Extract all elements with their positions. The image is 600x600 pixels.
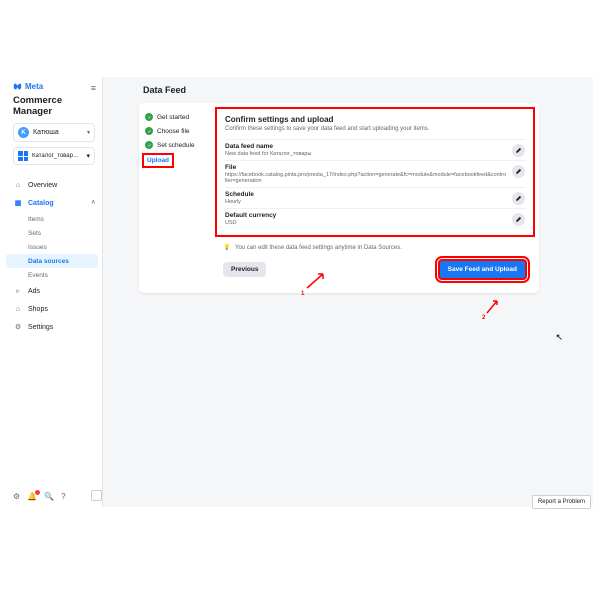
annotation-label-2: 2 — [482, 315, 485, 321]
check-icon — [145, 141, 153, 149]
edit-button[interactable] — [512, 213, 525, 226]
account-selector[interactable]: K Катюша ▾ — [13, 123, 95, 142]
section-title: Confirm settings and upload — [225, 115, 525, 124]
wizard-card: Get started Choose file Set schedule Upl… — [139, 103, 539, 293]
field-value: https://facebook.catalog.pinta.pro/prest… — [225, 172, 525, 184]
field-currency: Default currency USD — [225, 208, 525, 229]
wizard-content: Confirm settings and upload Confirm thes… — [211, 103, 539, 293]
field-label: File — [225, 164, 525, 171]
catalog-selector[interactable]: Каталог_товары (321993346… ▾ — [13, 147, 95, 165]
bell-icon[interactable]: 🔔 — [27, 492, 37, 501]
nav-overview[interactable]: ⌂Overview — [6, 176, 102, 194]
grid-icon — [18, 151, 28, 161]
sub-issues[interactable]: Issues — [28, 240, 102, 254]
field-label: Schedule — [225, 191, 525, 198]
lightbulb-icon: 💡 — [223, 244, 231, 252]
chevron-down-icon: ▾ — [87, 129, 90, 136]
panel-toggle-icon[interactable] — [91, 490, 102, 501]
edit-button[interactable] — [512, 192, 525, 205]
sidebar-footer: ⚙ 🔔 🔍 ? — [13, 492, 66, 501]
sub-items[interactable]: Items — [28, 212, 102, 226]
field-value: New data feed for Каталог_товары — [225, 151, 525, 157]
field-file: File https://facebook.catalog.pinta.pro/… — [225, 160, 525, 187]
main-content: Data Feed Get started Choose file Set sc… — [103, 77, 593, 507]
field-schedule: Schedule Hourly — [225, 187, 525, 208]
catalog-submenu: Items Sets Issues Data sources Events — [6, 212, 102, 282]
nav: ⌂Overview ▦Catalog˄ Items Sets Issues Da… — [6, 176, 102, 336]
account-name: Катюша — [33, 129, 59, 136]
menu-toggle-icon[interactable]: ≡ — [91, 83, 96, 93]
nav-shops[interactable]: ⌂Shops — [6, 300, 102, 318]
search-icon[interactable]: 🔍 — [44, 492, 54, 501]
pencil-icon — [515, 147, 522, 154]
section-subtitle: Confirm these settings to save your data… — [225, 126, 525, 132]
step-set-schedule[interactable]: Set schedule — [145, 141, 205, 149]
edit-button[interactable] — [512, 144, 525, 157]
gear-icon: ⚙ — [13, 322, 23, 332]
pencil-icon — [515, 195, 522, 202]
notification-badge — [35, 490, 40, 495]
sub-sets[interactable]: Sets — [28, 226, 102, 240]
chevron-down-icon: ▾ — [86, 152, 90, 160]
shop-icon: ⌂ — [13, 304, 23, 314]
edit-button[interactable] — [512, 165, 525, 178]
meta-brand: Meta — [13, 82, 95, 91]
field-value: USD — [225, 220, 525, 226]
field-label: Data feed name — [225, 143, 525, 150]
annotation-label-1: 1 — [301, 291, 304, 297]
step-upload[interactable]: Upload — [145, 155, 205, 166]
step-choose-file[interactable]: Choose file — [145, 127, 205, 135]
meta-logo-icon — [13, 82, 22, 91]
pencil-icon — [515, 216, 522, 223]
step-get-started[interactable]: Get started — [145, 113, 205, 121]
sidebar: Meta ≡ Commerce Manager K Катюша ▾ Катал… — [6, 77, 103, 507]
field-value: Hourly — [225, 199, 525, 205]
home-icon: ⌂ — [13, 180, 23, 190]
avatar: K — [18, 127, 29, 138]
check-icon — [145, 113, 153, 121]
sub-data-sources[interactable]: Data sources — [6, 254, 98, 268]
cursor-icon: ↖ — [555, 332, 563, 343]
previous-button[interactable]: Previous — [223, 262, 266, 277]
nav-catalog[interactable]: ▦Catalog˄ — [6, 194, 102, 212]
annotation-arrow — [305, 272, 325, 290]
step-list: Get started Choose file Set schedule Upl… — [139, 103, 211, 293]
field-label: Default currency — [225, 212, 525, 219]
help-icon[interactable]: ? — [61, 492, 65, 501]
annotation-arrow — [485, 299, 499, 314]
check-icon — [145, 127, 153, 135]
nav-ads[interactable]: ▹Ads — [6, 282, 102, 300]
annotation-box: Confirm settings and upload Confirm thes… — [215, 107, 535, 237]
gear-icon[interactable]: ⚙ — [13, 492, 20, 501]
info-note: 💡You can edit these data feed settings a… — [223, 244, 527, 252]
field-feed-name: Data feed name New data feed for Каталог… — [225, 139, 525, 160]
app-title: Commerce Manager — [13, 95, 95, 117]
report-problem-button[interactable]: Report a Problem — [532, 495, 591, 509]
nav-settings[interactable]: ⚙Settings — [6, 318, 102, 336]
ads-icon: ▹ — [13, 286, 23, 296]
annotation-box: Upload — [142, 153, 174, 168]
sub-events[interactable]: Events — [28, 268, 102, 282]
chevron-up-icon: ˄ — [91, 200, 95, 206]
button-row: Previous Save Feed and Upload — [223, 259, 527, 280]
pencil-icon — [515, 168, 522, 175]
catalog-icon: ▦ — [13, 198, 23, 208]
page-title: Data Feed — [113, 85, 583, 95]
app-frame: Meta ≡ Commerce Manager K Катюша ▾ Катал… — [6, 77, 593, 507]
catalog-name: Каталог_товары (321993346… — [32, 153, 82, 159]
save-feed-button[interactable]: Save Feed and Upload — [438, 259, 527, 280]
